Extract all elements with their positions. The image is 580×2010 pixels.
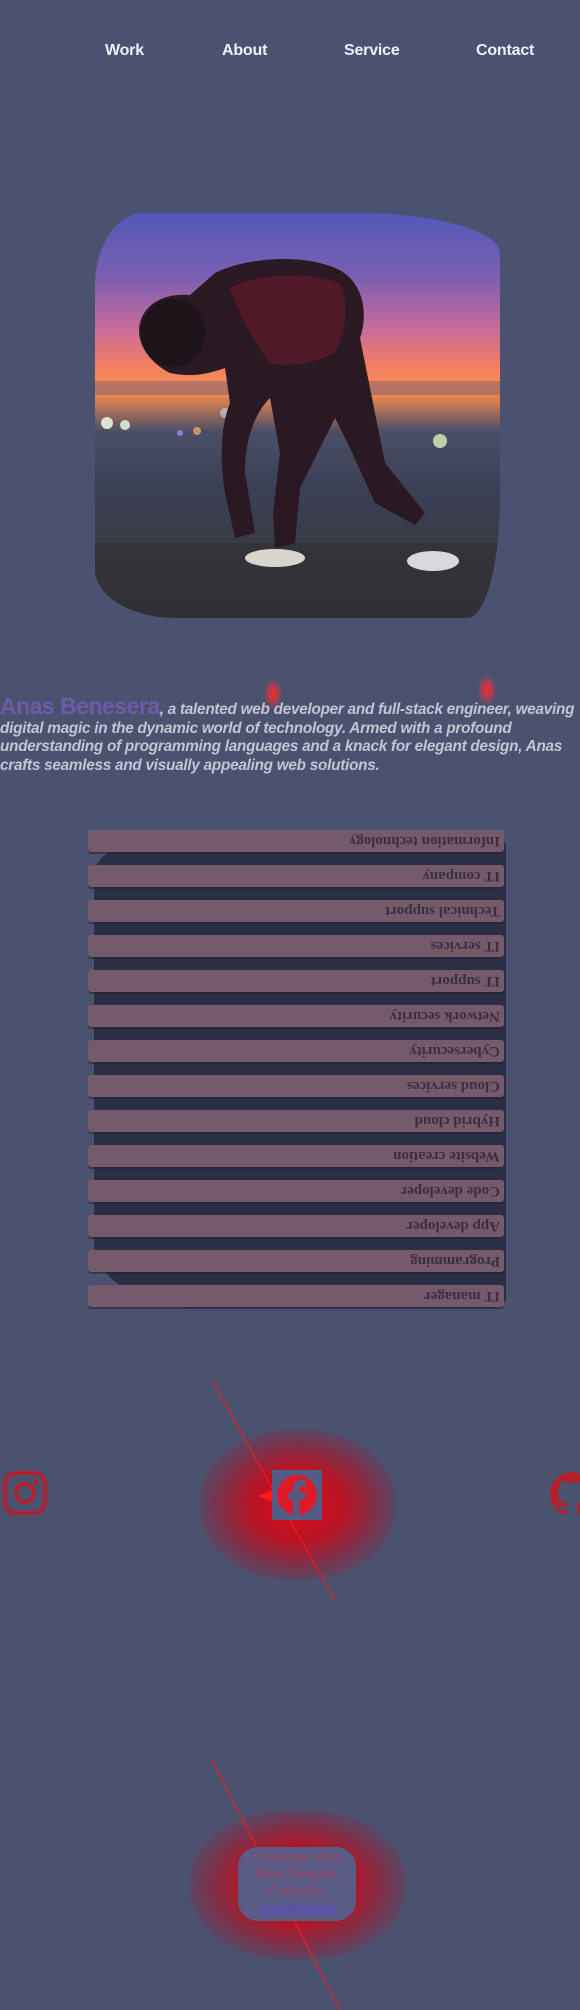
list-item: Code developer (88, 1180, 504, 1202)
list-item: Cybersecurity (88, 1040, 504, 1062)
list-item: App developer (88, 1215, 504, 1237)
red-accent-left (264, 680, 282, 708)
social-links (0, 1360, 580, 1600)
nav-link-contact[interactable]: Contact (476, 42, 534, 60)
nav-link-service[interactable]: Service (344, 42, 400, 60)
list-item: Hybrid cloud (88, 1110, 504, 1132)
footer-line-3: Coded by (269, 1884, 325, 1899)
nav-link-work[interactable]: Work (105, 42, 144, 60)
list-item: Cloud services (88, 1075, 504, 1097)
footer-line-1: Challenge Main (252, 1850, 342, 1865)
skills-list: Information technology IT company Techni… (88, 830, 506, 1308)
list-item: Network security (88, 1005, 504, 1027)
footer: Challenge Main Html Template Coded by An… (0, 1760, 580, 2010)
list-item: Programming (88, 1250, 504, 1272)
author-name: Anas Benesera (0, 693, 160, 720)
hero-photo-illustration (95, 258, 500, 618)
main-nav: Work About Service Contact (0, 40, 580, 64)
list-item: IT support (88, 970, 504, 992)
footer-credits: Challenge Main Html Template Coded by An… (238, 1847, 356, 1921)
facebook-icon[interactable] (272, 1470, 322, 1520)
footer-line-2: Html Template (255, 1867, 339, 1882)
bio-paragraph: Anas Benesera, a talented web developer … (0, 695, 575, 775)
instagram-icon[interactable] (2, 1470, 48, 1516)
list-item: Information technology (88, 830, 504, 852)
list-item: IT company (88, 865, 504, 887)
list-item: Technical support (88, 900, 504, 922)
list-item: IT manager (88, 1285, 504, 1307)
hero-photo (95, 213, 500, 618)
nav-link-about[interactable]: About (222, 42, 267, 60)
author-link[interactable]: Anasbenesera (238, 1900, 356, 1917)
list-item: IT services (88, 935, 504, 957)
list-item: Website creation (88, 1145, 504, 1167)
github-icon[interactable] (548, 1470, 580, 1518)
red-accent-right (478, 676, 496, 704)
